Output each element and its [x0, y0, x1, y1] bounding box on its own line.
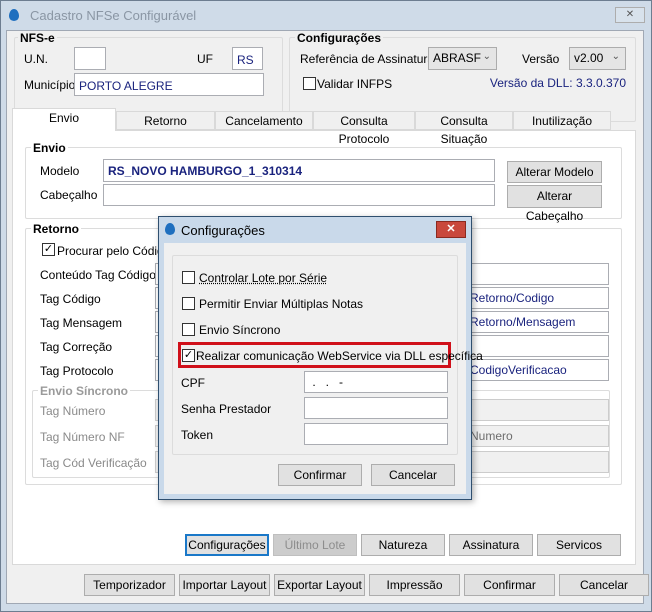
importar-layout-button[interactable]: Importar Layout	[179, 574, 270, 596]
impressao-button[interactable]: Impressão	[369, 574, 460, 596]
modelo-label: Modelo	[40, 164, 80, 178]
controlar-lote-label: Controlar Lote por Série	[199, 271, 328, 285]
cabecalho-label: Cabeçalho	[40, 188, 98, 202]
tab-consulta-situacao[interactable]: Consulta Situação	[415, 111, 513, 146]
retorno-row-label: Tag Mensagem	[40, 316, 123, 330]
token-input[interactable]	[304, 423, 448, 445]
multiplas-notas-checkbox[interactable]	[182, 297, 195, 310]
municipio-label: Município	[24, 78, 76, 92]
procurar-codigo-checkbox[interactable]: ✓	[42, 243, 55, 256]
tab-inutilizacao[interactable]: Inutilização	[513, 111, 611, 130]
validar-infps-checkbox[interactable]	[303, 77, 316, 90]
ultimo-lote-button[interactable]: Último Lote	[273, 534, 357, 556]
retorno-row-label: Tag Correção	[40, 340, 113, 354]
un-input[interactable]	[74, 47, 106, 70]
nfse-group-title: NFS-e	[18, 31, 57, 45]
dialog-confirmar-button[interactable]: Confirmar	[278, 464, 362, 486]
envio-group-title: Envio	[31, 141, 68, 155]
app-icon	[165, 223, 175, 235]
cancelar-button[interactable]: Cancelar	[559, 574, 649, 596]
procurar-codigo-label: Procurar pelo Código	[57, 244, 171, 258]
uf-input[interactable]: RS	[232, 47, 263, 70]
versao-select[interactable]: v2.00 ⌄	[569, 47, 626, 70]
dialog-close-button[interactable]: ✕	[436, 221, 466, 238]
chevron-down-icon: ⌄	[482, 51, 491, 62]
dll-version-text: Versão da DLL: 3.3.0.370	[489, 76, 626, 90]
cabecalho-input[interactable]	[103, 184, 495, 206]
ref-assinatura-select[interactable]: ABRASF ⌄	[428, 47, 497, 70]
servicos-button[interactable]: Servicos	[537, 534, 621, 556]
retorno-row-label: Conteúdo Tag Código	[40, 268, 156, 282]
close-button[interactable]: ✕	[615, 7, 645, 23]
versao-label: Versão	[522, 52, 560, 66]
modelo-input[interactable]: RS_NOVO HAMBURGO_1_310314	[103, 159, 495, 182]
versao-value: v2.00	[574, 51, 604, 65]
dll-especifica-label: Realizar comunicação WebService via DLL …	[196, 349, 483, 363]
senha-label: Senha Prestador	[181, 402, 272, 416]
alterar-modelo-button[interactable]: Alterar Modelo	[507, 161, 602, 183]
config-group-title: Configurações	[295, 31, 384, 45]
confirmar-button[interactable]: Confirmar	[464, 574, 555, 596]
configuracoes-button[interactable]: Configurações	[185, 534, 269, 556]
tab-cancelamento[interactable]: Cancelamento	[215, 111, 313, 130]
uf-label: UF	[197, 52, 213, 66]
tab-envio[interactable]: Envio	[12, 108, 116, 131]
alterar-cabecalho-button[interactable]: Alterar Cabeçalho	[507, 185, 602, 223]
dialog-cancelar-button[interactable]: Cancelar	[371, 464, 455, 486]
envio-sincrono-label: Envio Síncrono	[199, 323, 281, 337]
retorno-row-label: Tag Código	[40, 292, 101, 306]
retorno-group-title: Retorno	[31, 222, 81, 236]
window-title: Cadastro NFSe Configurável	[30, 8, 197, 23]
cpf-label: CPF	[181, 376, 205, 390]
ref-assinatura-label: Referência de Assinatura	[300, 52, 435, 66]
controlar-lote-checkbox[interactable]	[182, 271, 195, 284]
exportar-layout-button[interactable]: Exportar Layout	[274, 574, 365, 596]
tab-consulta-protocolo[interactable]: Consulta Protocolo	[313, 111, 415, 146]
assinatura-button[interactable]: Assinatura	[449, 534, 533, 556]
un-label: U.N.	[24, 52, 48, 66]
municipio-input[interactable]: PORTO ALEGRE	[74, 73, 264, 96]
chevron-down-icon: ⌄	[611, 51, 620, 62]
ref-assinatura-value: ABRASF	[433, 51, 482, 65]
natureza-button[interactable]: Natureza	[361, 534, 445, 556]
multiplas-notas-label: Permitir Enviar Múltiplas Notas	[199, 297, 364, 311]
sincrono-row-label: Tag Número	[40, 404, 106, 418]
sincrono-row-label: Tag Número NF	[40, 430, 125, 444]
envio-sincrono-title: Envio Síncrono	[38, 384, 131, 398]
token-label: Token	[181, 428, 214, 442]
senha-input[interactable]	[304, 397, 448, 419]
dialog-title: Configurações	[181, 223, 265, 238]
dll-especifica-checkbox[interactable]: ✓	[182, 349, 195, 362]
validar-infps-label: Validar INFPS	[317, 77, 393, 91]
cpf-input[interactable]: . . -	[304, 371, 448, 393]
app-icon	[9, 9, 19, 21]
temporizador-button[interactable]: Temporizador	[84, 574, 175, 596]
envio-sincrono-checkbox[interactable]	[182, 323, 195, 336]
retorno-row-label: Tag Protocolo	[40, 364, 114, 378]
sincrono-row-label: Tag Cód Verificação	[40, 456, 147, 470]
tab-retorno[interactable]: Retorno	[116, 111, 215, 130]
